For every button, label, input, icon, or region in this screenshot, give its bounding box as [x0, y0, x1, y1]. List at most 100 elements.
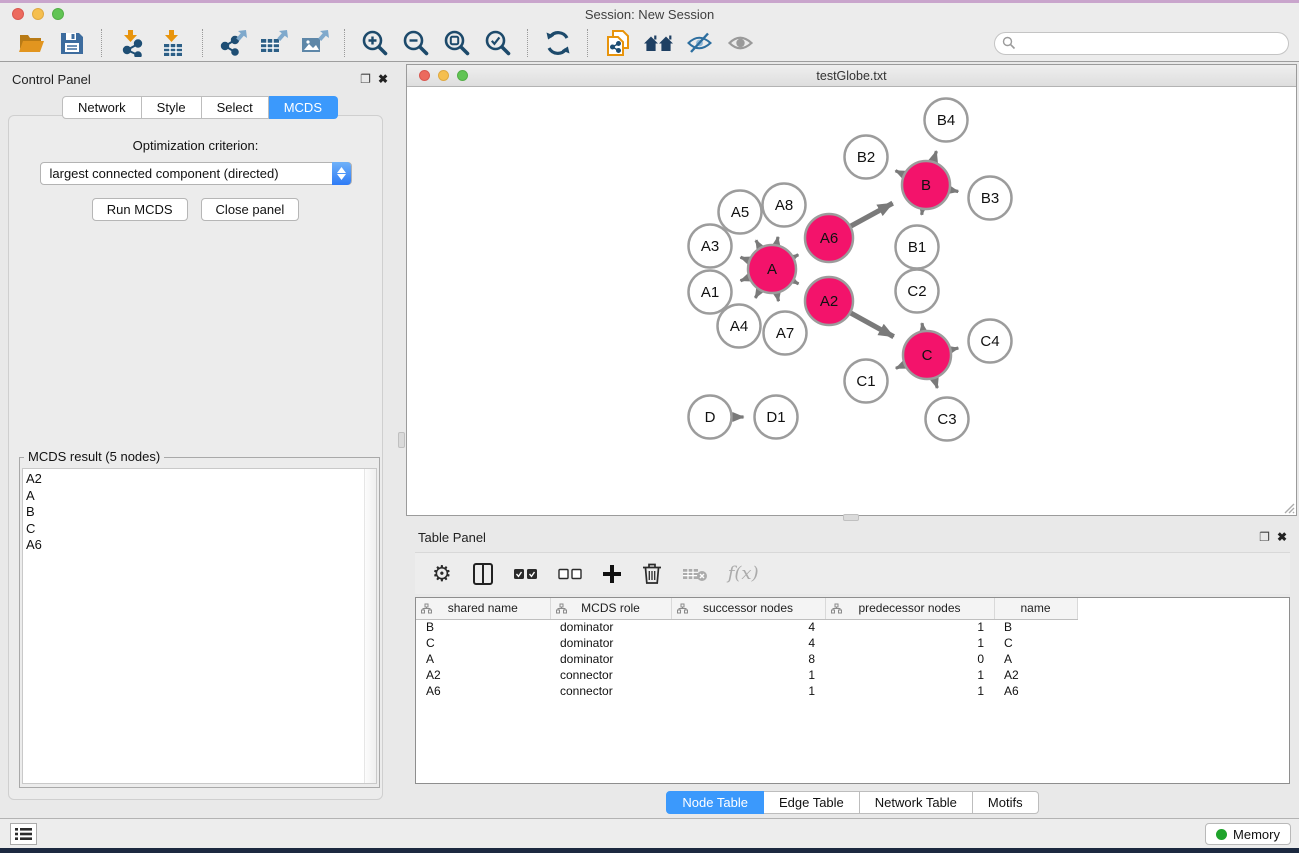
table-cell[interactable]: A — [994, 651, 1077, 667]
table-cell[interactable]: B — [994, 619, 1077, 635]
column-header-MCDS-role[interactable]: MCDS role — [550, 598, 671, 619]
table-cell[interactable]: dominator — [550, 635, 671, 651]
home-icon[interactable] — [638, 27, 679, 59]
hide-eye-icon[interactable] — [679, 27, 720, 59]
close-panel-icon[interactable]: ✖ — [378, 73, 388, 85]
create-column-icon[interactable] — [602, 564, 622, 584]
close-table-panel-icon[interactable]: ✖ — [1277, 531, 1287, 543]
table-cell[interactable]: B — [416, 619, 550, 635]
graph-node-B4[interactable]: B4 — [925, 99, 968, 142]
table-row[interactable]: A2connector11A2 — [416, 667, 1289, 683]
zoom-window-button[interactable] — [52, 8, 64, 20]
table-row[interactable]: Adominator80A — [416, 651, 1289, 667]
network-close-button[interactable] — [419, 70, 430, 81]
table-cell[interactable]: 1 — [825, 683, 994, 699]
graph-node-A[interactable]: A — [748, 245, 796, 293]
tab-network-table[interactable]: Network Table — [860, 791, 973, 814]
tab-edge-table[interactable]: Edge Table — [764, 791, 860, 814]
mcds-result-list[interactable]: A2ABCA6 — [22, 468, 377, 784]
gear-icon[interactable]: ⚙ — [432, 563, 452, 585]
table-row[interactable]: Cdominator41C — [416, 635, 1289, 651]
graph-node-B2[interactable]: B2 — [845, 136, 888, 179]
deselect-all-icon[interactable] — [558, 568, 582, 580]
table-cell[interactable]: A — [416, 651, 550, 667]
column-header-predecessor-nodes[interactable]: predecessor nodes — [825, 598, 994, 619]
node-table[interactable]: shared nameMCDS rolesuccessor nodesprede… — [416, 598, 1289, 699]
float-panel-icon[interactable]: ❐ — [360, 73, 371, 85]
graph-node-A2[interactable]: A2 — [805, 277, 853, 325]
tab-select[interactable]: Select — [202, 96, 269, 119]
table-row[interactable]: Bdominator41B — [416, 619, 1289, 635]
graph-node-C4[interactable]: C4 — [969, 320, 1012, 363]
import-table-icon[interactable] — [152, 27, 193, 59]
criterion-dropdown[interactable]: largest connected component (directed) — [40, 162, 352, 185]
graph-node-A7[interactable]: A7 — [764, 312, 807, 355]
export-image-icon[interactable] — [294, 27, 335, 59]
tab-mcds[interactable]: MCDS — [269, 96, 338, 119]
graph-node-C3[interactable]: C3 — [926, 398, 969, 441]
table-cell[interactable]: dominator — [550, 651, 671, 667]
table-cell[interactable]: 1 — [825, 635, 994, 651]
vertical-splitter-grip[interactable] — [398, 432, 405, 448]
duplicate-network-icon[interactable] — [597, 27, 638, 59]
table-cell[interactable]: connector — [550, 667, 671, 683]
table-cell[interactable]: 1 — [825, 667, 994, 683]
graph-node-C[interactable]: C — [903, 331, 951, 379]
table-cell[interactable]: 1 — [671, 683, 825, 699]
column-header-shared-name[interactable]: shared name — [416, 598, 550, 619]
show-columns-icon[interactable] — [472, 562, 494, 586]
network-zoom-button[interactable] — [457, 70, 468, 81]
graph-node-B[interactable]: B — [902, 161, 950, 209]
export-table-icon[interactable] — [253, 27, 294, 59]
save-session-icon[interactable] — [51, 27, 92, 59]
memory-button[interactable]: Memory — [1205, 823, 1291, 845]
table-cell[interactable]: A2 — [994, 667, 1077, 683]
tab-network[interactable]: Network — [62, 96, 142, 119]
show-eye-icon[interactable] — [720, 27, 761, 59]
table-cell[interactable]: C — [416, 635, 550, 651]
table-cell[interactable]: C — [994, 635, 1077, 651]
delete-column-icon[interactable] — [682, 566, 708, 582]
graph-node-A6[interactable]: A6 — [805, 214, 853, 262]
search-input[interactable] — [994, 32, 1289, 55]
column-header-name[interactable]: name — [994, 598, 1077, 619]
graph-node-A3[interactable]: A3 — [689, 225, 732, 268]
table-cell[interactable]: A2 — [416, 667, 550, 683]
result-item[interactable]: C — [26, 521, 376, 538]
table-cell[interactable]: 0 — [825, 651, 994, 667]
resize-grip-icon[interactable] — [1281, 500, 1295, 514]
column-header-successor-nodes[interactable]: successor nodes — [671, 598, 825, 619]
result-item[interactable]: A6 — [26, 537, 376, 554]
graph-node-A5[interactable]: A5 — [719, 191, 762, 234]
graph-node-D1[interactable]: D1 — [755, 396, 798, 439]
minimize-window-button[interactable] — [32, 8, 44, 20]
run-mcds-button[interactable]: Run MCDS — [92, 198, 188, 221]
table-cell[interactable]: A6 — [416, 683, 550, 699]
zoom-in-icon[interactable] — [354, 27, 395, 59]
result-list-scrollbar[interactable] — [364, 469, 376, 783]
refresh-icon[interactable] — [537, 27, 578, 59]
result-item[interactable]: A — [26, 488, 376, 505]
close-window-button[interactable] — [12, 8, 24, 20]
function-builder-icon[interactable]: f(x) — [728, 563, 759, 584]
tab-node-table[interactable]: Node Table — [666, 791, 764, 814]
table-cell[interactable]: 4 — [671, 619, 825, 635]
table-cell[interactable]: connector — [550, 683, 671, 699]
table-row[interactable]: A6connector11A6 — [416, 683, 1289, 699]
table-cell[interactable]: 4 — [671, 635, 825, 651]
select-all-icon[interactable] — [514, 568, 538, 580]
zoom-fit-icon[interactable] — [436, 27, 477, 59]
graph-node-A4[interactable]: A4 — [718, 305, 761, 348]
network-minimize-button[interactable] — [438, 70, 449, 81]
result-item[interactable]: B — [26, 504, 376, 521]
graph-node-B3[interactable]: B3 — [969, 177, 1012, 220]
task-history-button[interactable] — [10, 823, 37, 845]
main-titlebar[interactable]: Session: New Session — [0, 3, 1299, 25]
graph-node-B1[interactable]: B1 — [896, 226, 939, 269]
result-item[interactable]: A2 — [26, 471, 376, 488]
graph-node-A1[interactable]: A1 — [689, 271, 732, 314]
graph-node-C2[interactable]: C2 — [896, 270, 939, 313]
close-panel-button[interactable]: Close panel — [201, 198, 300, 221]
graph-node-A8[interactable]: A8 — [763, 184, 806, 227]
table-cell[interactable]: 1 — [825, 619, 994, 635]
